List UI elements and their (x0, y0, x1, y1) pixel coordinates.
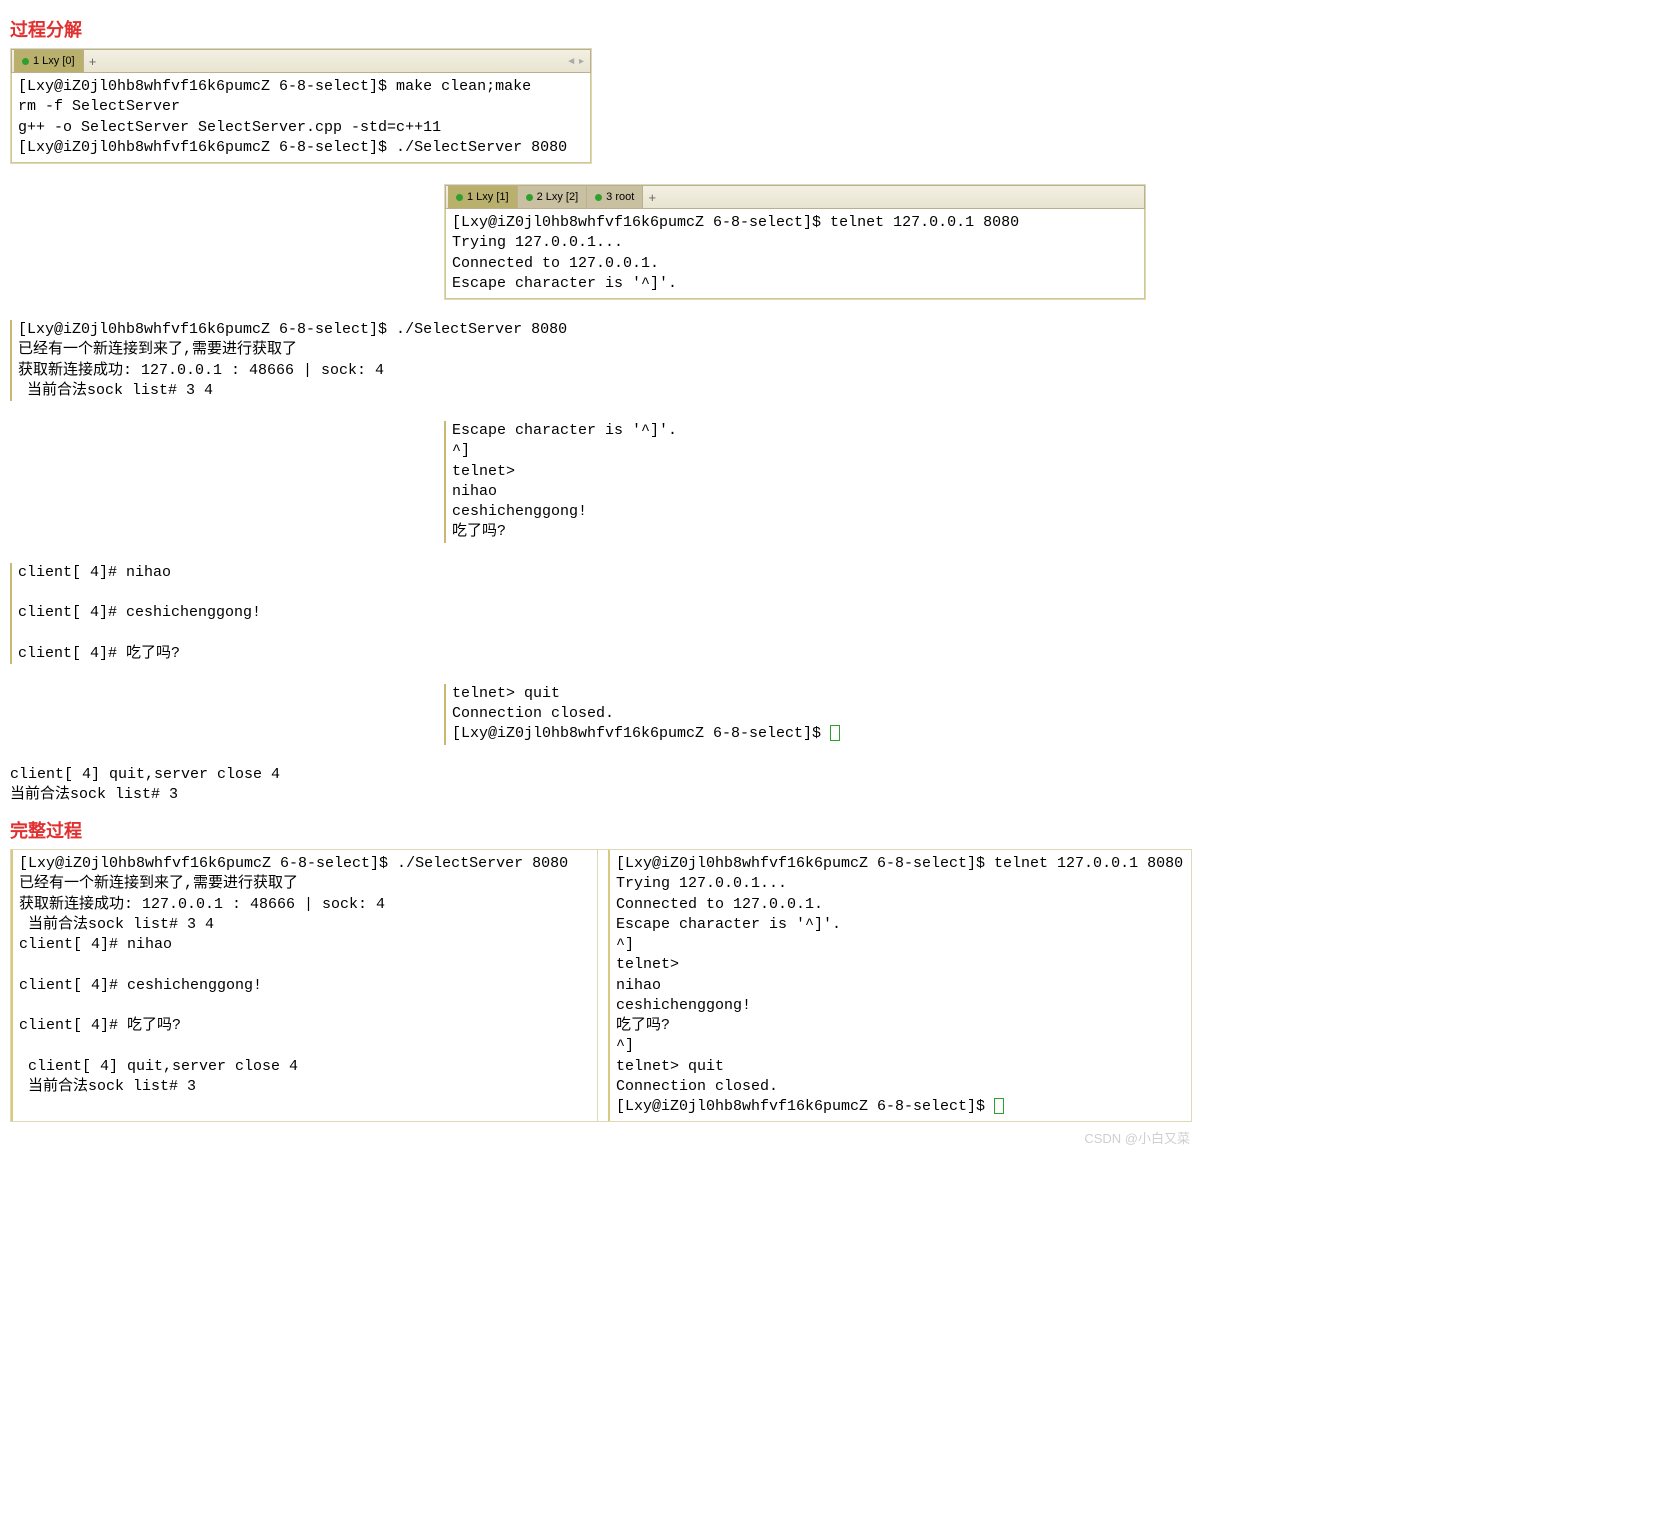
cursor-icon (830, 725, 840, 741)
terminal-window-1: 1 Lxy [0] + ◄ ▸ [Lxy@iZ0jl0hb8whfvf16k6p… (10, 48, 592, 164)
terminal-snippet-4: Escape character is '^]'. ^] telnet> nih… (444, 421, 1052, 543)
tab-2-lxy-2[interactable]: 2 Lxy [2] (518, 186, 588, 208)
terminal-text: [Lxy@iZ0jl0hb8whfvf16k6pumcZ 6-8-select]… (18, 77, 584, 158)
terminal-text: client[ 4]# nihao client[ 4]# ceshicheng… (18, 563, 618, 664)
terminal-output-2[interactable]: [Lxy@iZ0jl0hb8whfvf16k6pumcZ 6-8-select]… (445, 209, 1145, 299)
tab-nav-arrows[interactable]: ◄ ▸ (566, 50, 590, 72)
terminal-window-2: 1 Lxy [1] 2 Lxy [2] 3 root + [Lxy@iZ0jl0… (444, 184, 1146, 300)
watermark-text: CSDN @小白又菜 (10, 1128, 1190, 1147)
section-heading-2: 完整过程 (10, 817, 1678, 843)
terminal-text: telnet> quit Connection closed. [Lxy@iZ0… (452, 685, 830, 743)
tab-1-lxy-0[interactable]: 1 Lxy [0] (14, 50, 84, 72)
tab-1-lxy-1[interactable]: 1 Lxy [1] (448, 186, 518, 208)
terminal-text: [Lxy@iZ0jl0hb8whfvf16k6pumcZ 6-8-select]… (452, 213, 1138, 294)
tab-add-button[interactable]: + (643, 186, 661, 208)
section-heading-1: 过程分解 (10, 16, 1678, 42)
terminal-text: [Lxy@iZ0jl0hb8whfvf16k6pumcZ 6-8-select]… (19, 854, 591, 1097)
tab-label: 1 Lxy [1] (467, 191, 509, 203)
terminal-text: client[ 4] quit,server close 4 当前合法sock … (10, 765, 610, 806)
terminal-snippet-3: [Lxy@iZ0jl0hb8whfvf16k6pumcZ 6-8-select]… (10, 320, 618, 401)
status-dot-icon (526, 194, 533, 201)
terminal-text: [Lxy@iZ0jl0hb8whfvf16k6pumcZ 6-8-select]… (18, 320, 618, 401)
terminal-text: Escape character is '^]'. ^] telnet> nih… (452, 421, 1052, 543)
full-left-terminal[interactable]: [Lxy@iZ0jl0hb8whfvf16k6pumcZ 6-8-select]… (11, 850, 598, 1121)
cursor-icon (994, 1098, 1004, 1114)
tab-bar-2: 1 Lxy [1] 2 Lxy [2] 3 root + (445, 185, 1145, 209)
tab-add-button[interactable]: + (84, 50, 102, 72)
terminal-text: [Lxy@iZ0jl0hb8whfvf16k6pumcZ 6-8-select]… (616, 855, 1183, 1115)
tab-bar-1: 1 Lxy [0] + ◄ ▸ (11, 49, 591, 73)
terminal-snippet-5: client[ 4]# nihao client[ 4]# ceshicheng… (10, 563, 618, 664)
tab-3-root[interactable]: 3 root (587, 186, 643, 208)
tab-label: 1 Lxy [0] (33, 55, 75, 67)
full-right-terminal[interactable]: [Lxy@iZ0jl0hb8whfvf16k6pumcZ 6-8-select]… (608, 850, 1191, 1121)
full-process-panel: [Lxy@iZ0jl0hb8whfvf16k6pumcZ 6-8-select]… (10, 849, 1192, 1122)
tab-label: 3 root (606, 191, 634, 203)
terminal-snippet-6: telnet> quit Connection closed. [Lxy@iZ0… (444, 684, 1152, 745)
status-dot-icon (595, 194, 602, 201)
status-dot-icon (22, 58, 29, 65)
tab-label: 2 Lxy [2] (537, 191, 579, 203)
status-dot-icon (456, 194, 463, 201)
terminal-snippet-7: client[ 4] quit,server close 4 当前合法sock … (10, 765, 610, 806)
terminal-output-1[interactable]: [Lxy@iZ0jl0hb8whfvf16k6pumcZ 6-8-select]… (11, 73, 591, 163)
